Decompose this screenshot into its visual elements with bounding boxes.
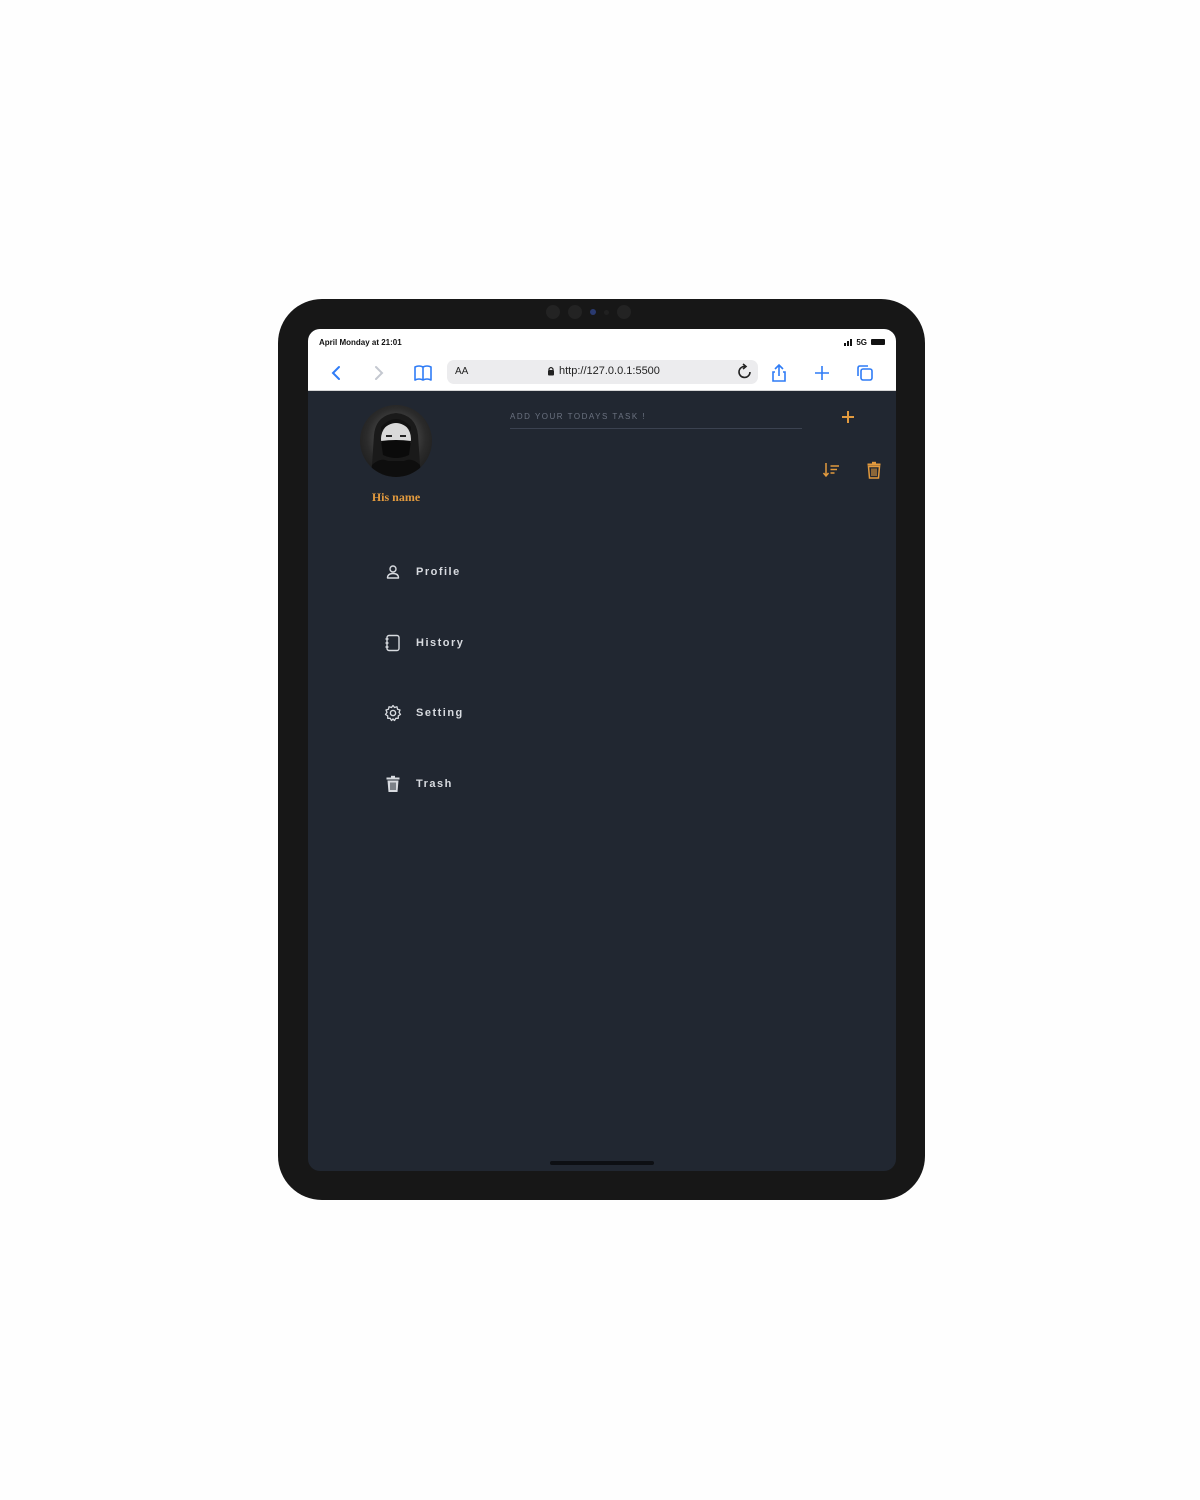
camera-icon [568, 305, 582, 319]
user-name: His name [371, 490, 421, 504]
user-icon [384, 563, 402, 581]
address-bar[interactable]: AA http://127.0.0.1:5500 [447, 360, 758, 384]
forward-button[interactable] [373, 365, 385, 381]
reload-button[interactable] [737, 363, 753, 386]
status-bar: April Monday at 21:01 5G [308, 329, 896, 355]
chevron-left-icon [331, 366, 340, 380]
avatar-image [370, 413, 422, 477]
signal-icon [844, 338, 853, 346]
sidebar-item-label: Trash [416, 778, 453, 790]
trash-icon [867, 461, 881, 479]
home-indicator[interactable] [550, 1161, 654, 1165]
sidebar: His name Profile History Setting Trash [308, 391, 498, 1151]
sidebar-item-label: Profile [416, 566, 461, 578]
chevron-right-icon [375, 366, 384, 380]
back-button[interactable] [330, 365, 342, 381]
share-button[interactable] [770, 363, 788, 383]
share-icon [772, 363, 786, 382]
bookmarks-button[interactable] [413, 364, 433, 382]
sidebar-item-history[interactable]: History [384, 634, 464, 652]
camera-icon [617, 305, 631, 319]
network-label: 5G [856, 337, 867, 347]
tabs-icon [857, 365, 873, 381]
url-display[interactable]: http://127.0.0.1:5500 [547, 365, 660, 377]
sensor-icon [590, 309, 596, 315]
trash-icon [384, 775, 402, 793]
status-indicators: 5G [844, 338, 885, 347]
screen: April Monday at 21:01 5G AA http://127.0… [308, 329, 896, 1171]
sort-button[interactable] [820, 459, 842, 481]
browser-toolbar: AA http://127.0.0.1:5500 [308, 355, 896, 391]
sort-icon [822, 463, 839, 478]
url-text: http://127.0.0.1:5500 [559, 365, 660, 377]
task-input-container [510, 405, 802, 429]
status-time: April Monday at 21:01 [319, 337, 402, 347]
task-input[interactable] [510, 405, 802, 428]
new-tab-button[interactable] [813, 364, 831, 382]
add-task-button[interactable] [838, 407, 858, 427]
sidebar-item-setting[interactable]: Setting [384, 704, 464, 722]
plus-icon [815, 366, 829, 380]
delete-all-button[interactable] [864, 459, 884, 481]
tabs-overview-button[interactable] [856, 364, 874, 382]
book-icon [414, 365, 432, 381]
notebook-icon [384, 634, 402, 652]
camera-bar [546, 305, 631, 319]
camera-icon [546, 305, 560, 319]
lock-icon [548, 366, 554, 376]
sensor-icon [604, 309, 609, 315]
sidebar-item-profile[interactable]: Profile [384, 563, 461, 581]
text-size-button[interactable]: AA [455, 366, 468, 377]
plus-icon [842, 411, 854, 423]
battery-icon [871, 339, 885, 345]
gear-icon [384, 704, 402, 722]
reload-icon [738, 363, 751, 379]
ipad-frame: April Monday at 21:01 5G AA http://127.0… [278, 299, 925, 1200]
sidebar-item-label: Setting [416, 707, 464, 719]
sidebar-item-label: History [416, 637, 465, 649]
sidebar-item-trash[interactable]: Trash [384, 775, 453, 793]
avatar[interactable] [360, 405, 432, 477]
